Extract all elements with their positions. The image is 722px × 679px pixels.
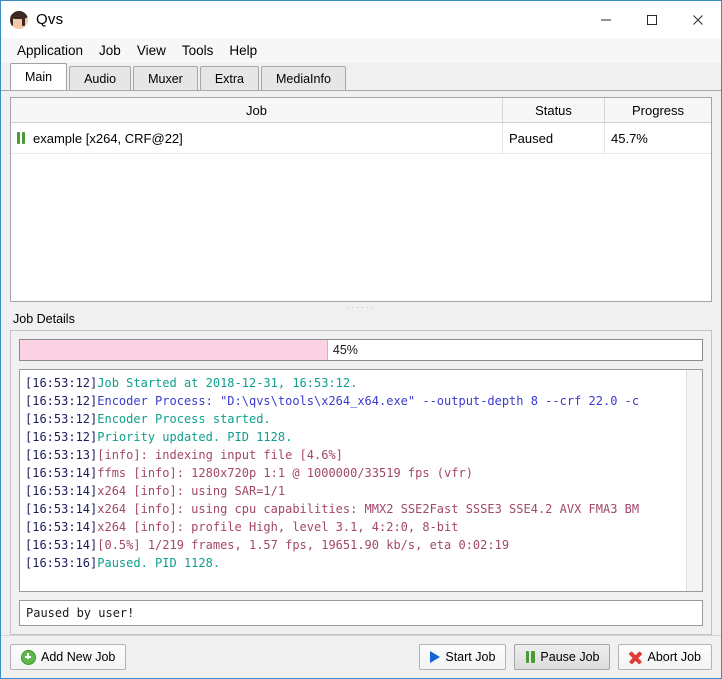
abort-job-button[interactable]: Abort Job	[618, 644, 712, 670]
log-message: [0.5%] 1/219 frames, 1.57 fps, 19651.90 …	[97, 538, 510, 552]
tab-muxer[interactable]: Muxer	[133, 66, 198, 90]
minimize-button[interactable]	[583, 1, 629, 38]
log-message: x264 [info]: using SAR=1/1	[97, 484, 286, 498]
log-message: Priority updated. PID 1128.	[97, 430, 293, 444]
log-timestamp: [16:53:12]	[25, 376, 98, 390]
job-details-label: Job Details	[13, 312, 75, 326]
status-message-text: Paused by user!	[26, 606, 135, 620]
cell-job: example [x264, CRF@22]	[11, 122, 503, 154]
log-message: Paused. PID 1128.	[97, 556, 221, 570]
log-message: [info]: indexing input file [4.6%]	[97, 448, 343, 462]
log-message: x264 [info]: profile High, level 3.1, 4:…	[97, 520, 459, 534]
maximize-icon	[647, 14, 657, 25]
log-timestamp: [16:53:14]	[25, 538, 98, 552]
app-avatar-icon	[10, 10, 28, 29]
plus-circle-icon	[21, 649, 36, 665]
cross-icon	[629, 650, 643, 664]
job-details-panel: 45% [16:53:12]Job Started at 2018-12-31,…	[10, 330, 712, 635]
maximize-button[interactable]	[629, 1, 675, 38]
table-row[interactable]: example [x264, CRF@22] Paused 45.7%	[11, 122, 711, 154]
log-line: [16:53:14][0.5%] 1/219 frames, 1.57 fps,…	[25, 536, 686, 554]
pause-job-label: Pause Job	[540, 650, 600, 664]
pause-icon	[525, 651, 535, 663]
add-new-job-label: Add New Job	[41, 650, 116, 664]
progress-bar-text-wrap: 45%	[327, 340, 358, 360]
menu-item-view[interactable]: View	[129, 41, 174, 61]
progress-row: 45%	[19, 339, 703, 361]
main-content: Job Status Progress example [x264, CRF@2…	[1, 90, 721, 635]
log-timestamp: [16:53:14]	[25, 466, 98, 480]
log-line: [16:53:14]x264 [info]: profile High, lev…	[25, 518, 686, 536]
log-message: ffms [info]: 1280x720p 1:1 @ 1000000/335…	[97, 466, 473, 480]
menu-item-tools[interactable]: Tools	[174, 41, 222, 61]
progress-bar: 45%	[19, 339, 703, 361]
menu-bar: Application Job View Tools Help	[1, 38, 721, 63]
cell-status: Paused	[502, 122, 605, 154]
tab-extra[interactable]: Extra	[199, 66, 259, 90]
play-icon	[430, 651, 441, 663]
log-line: [16:53:14]x264 [info]: using SAR=1/1	[25, 482, 686, 500]
add-new-job-button[interactable]: Add New Job	[10, 644, 127, 670]
window-title: Qvs	[36, 11, 64, 28]
log-line: [16:53:12]Job Started at 2018-12-31, 16:…	[25, 374, 686, 392]
log-timestamp: [16:53:16]	[25, 556, 98, 570]
log-line: [16:53:14]ffms [info]: 1280x720p 1:1 @ 1…	[25, 464, 686, 482]
app-window: Qvs Application Job View Tools Help Main…	[0, 0, 722, 679]
menu-item-job[interactable]: Job	[91, 41, 129, 61]
tab-audio[interactable]: Audio	[69, 66, 132, 90]
log-timestamp: [16:53:12]	[25, 412, 98, 426]
window-controls	[583, 1, 721, 38]
log-line: [16:53:14]x264 [info]: using cpu capabil…	[25, 500, 686, 518]
job-name: example [x264, CRF@22]	[33, 130, 183, 146]
job-list[interactable]: Job Status Progress example [x264, CRF@2…	[10, 97, 712, 302]
log-message: Encoder Process: "D:\qvs\tools\x264_x64.…	[97, 394, 640, 408]
tab-mediainfo[interactable]: MediaInfo	[261, 66, 346, 90]
log-timestamp: [16:53:14]	[25, 520, 98, 534]
column-header-job[interactable]: Job	[11, 98, 503, 123]
column-header-status[interactable]: Status	[502, 98, 605, 123]
abort-job-label: Abort Job	[647, 650, 701, 664]
menu-item-application[interactable]: Application	[9, 41, 91, 61]
close-button[interactable]	[675, 1, 721, 38]
pause-icon	[17, 132, 26, 144]
status-message-field: Paused by user!	[19, 600, 703, 626]
tab-bar: Main Audio Muxer Extra MediaInfo	[1, 63, 721, 90]
progress-bar-fill	[20, 340, 328, 360]
start-job-label: Start Job	[445, 650, 496, 664]
bottom-toolbar: Add New Job Start Job Pause Job Abort Jo…	[1, 635, 721, 678]
log-line: [16:53:12]Priority updated. PID 1128.	[25, 428, 686, 446]
log-timestamp: [16:53:12]	[25, 430, 98, 444]
cell-progress: 45.7%	[604, 122, 711, 154]
log-timestamp: [16:53:14]	[25, 502, 98, 516]
minimize-icon	[601, 19, 611, 20]
log-timestamp: [16:53:14]	[25, 484, 98, 498]
log-line: [16:53:12]Encoder Process: "D:\qvs\tools…	[25, 392, 686, 410]
menu-item-help[interactable]: Help	[221, 41, 265, 61]
column-header-progress[interactable]: Progress	[604, 98, 711, 123]
log-output[interactable]: [16:53:12]Job Started at 2018-12-31, 16:…	[19, 369, 703, 592]
log-message: x264 [info]: using cpu capabilities: MMX…	[97, 502, 640, 516]
pause-job-button[interactable]: Pause Job	[514, 644, 611, 670]
tab-main[interactable]: Main	[10, 63, 68, 90]
log-scrollbar[interactable]	[686, 370, 702, 591]
log-line: [16:53:13][info]: indexing input file [4…	[25, 446, 686, 464]
log-lines: [16:53:12]Job Started at 2018-12-31, 16:…	[20, 370, 686, 591]
splitter-handle-dots: ······	[346, 302, 376, 312]
log-line: [16:53:16]Paused. PID 1128.	[25, 554, 686, 572]
log-timestamp: [16:53:12]	[25, 394, 98, 408]
panel-splitter[interactable]: ······	[1, 302, 721, 312]
job-table-header-row: Job Status Progress	[11, 98, 711, 123]
job-table: Job Status Progress example [x264, CRF@2…	[11, 98, 711, 154]
log-message: Job Started at 2018-12-31, 16:53:12.	[97, 376, 358, 390]
log-message: Encoder Process started.	[97, 412, 271, 426]
log-timestamp: [16:53:13]	[25, 448, 98, 462]
progress-bar-text: 45%	[332, 343, 358, 357]
start-job-button[interactable]: Start Job	[419, 644, 507, 670]
title-bar: Qvs	[1, 1, 721, 38]
log-line: [16:53:12]Encoder Process started.	[25, 410, 686, 428]
close-icon	[693, 14, 703, 25]
